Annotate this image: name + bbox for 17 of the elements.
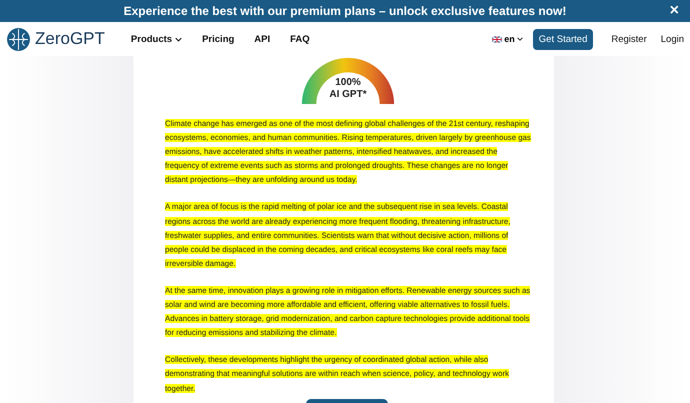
brand-name[interactable]: ZeroGPT (35, 29, 105, 49)
chevron-down-icon (175, 36, 182, 42)
brain-logo-icon (6, 26, 31, 52)
login-link[interactable]: Login (660, 34, 684, 44)
language-selector[interactable]: en (492, 34, 523, 44)
gauge-label: AI GPT* (329, 89, 367, 101)
nav-link[interactable]: FAQ (290, 34, 310, 44)
nav-link[interactable]: Products (130, 34, 182, 44)
close-button[interactable]: × (666, 2, 682, 20)
ai-percentage: 100% (335, 77, 361, 89)
nav-link[interactable]: Pricing (202, 34, 234, 44)
nav-link[interactable]: API (254, 34, 270, 44)
chevron-down-icon (516, 37, 523, 41)
flag-icon (492, 36, 502, 42)
promo-text: Experience the best with our premium plans – unlock exclusive features now! (124, 4, 566, 18)
register-link[interactable]: Register (611, 34, 647, 44)
get-started-button[interactable]: Get Started (532, 28, 594, 50)
